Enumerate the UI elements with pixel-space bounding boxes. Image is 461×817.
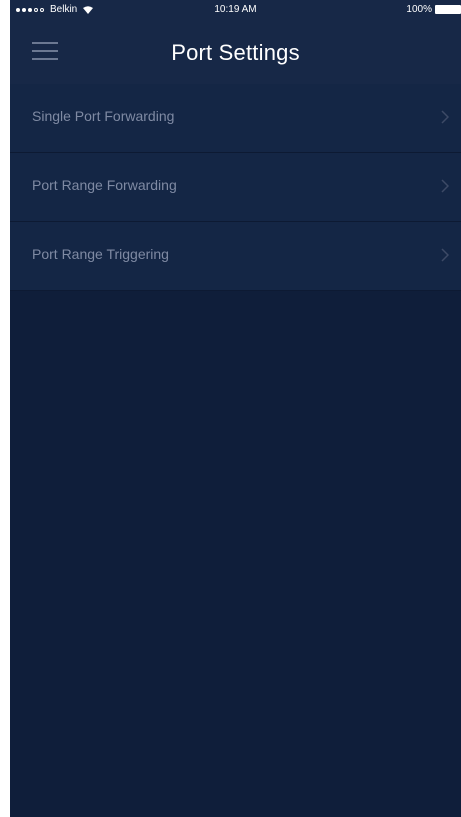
list-item-port-range-forwarding[interactable]: Port Range Forwarding	[10, 153, 461, 222]
chevron-right-icon	[441, 248, 449, 262]
status-bar: Belkin 10:19 AM 100%	[10, 0, 461, 20]
status-time: 10:19 AM	[214, 4, 257, 15]
page-title: Port Settings	[171, 40, 300, 65]
list-item-label: Port Range Forwarding	[32, 177, 177, 193]
list-item-port-range-triggering[interactable]: Port Range Triggering	[10, 222, 461, 291]
list-item-single-port-forwarding[interactable]: Single Port Forwarding	[10, 84, 461, 153]
chevron-right-icon	[441, 179, 449, 193]
app-screen: Belkin 10:19 AM 100% Port Settings Singl…	[10, 0, 461, 817]
port-settings-list: Single Port Forwarding Port Range Forwar…	[10, 84, 461, 291]
battery-percent: 100%	[406, 4, 432, 15]
list-item-label: Port Range Triggering	[32, 246, 169, 262]
battery-icon	[435, 5, 461, 14]
status-right: 100%	[406, 4, 461, 15]
chevron-right-icon	[441, 110, 449, 124]
app-header: Port Settings	[10, 20, 461, 84]
list-item-label: Single Port Forwarding	[32, 108, 175, 124]
